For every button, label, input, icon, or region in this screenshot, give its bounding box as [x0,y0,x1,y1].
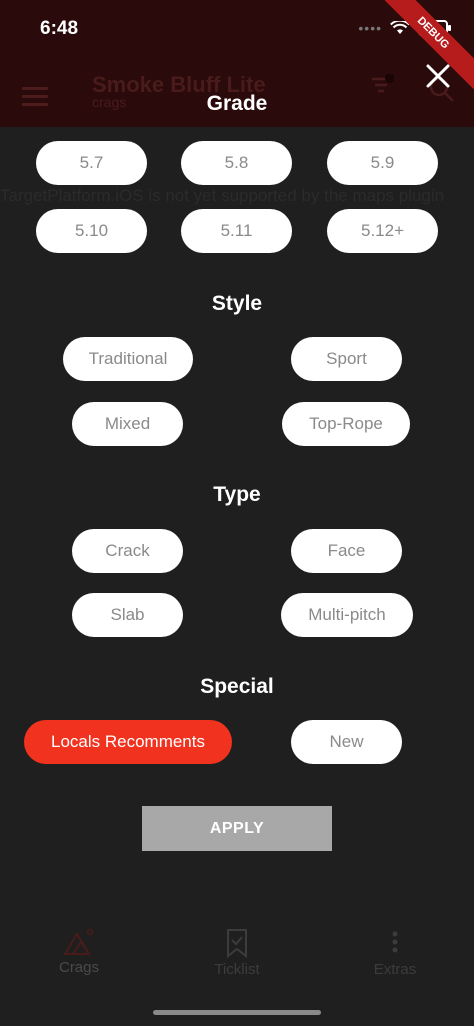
mountain-icon [63,928,94,955]
home-indicator [153,1010,321,1015]
style-title: Style [211,292,263,315]
type-chip[interactable]: Face [291,529,402,573]
special-chip[interactable]: New [291,720,402,764]
grade-chip[interactable]: 5.12+ [327,209,438,253]
type-title: Type [213,483,261,506]
style-chip[interactable]: Sport [291,337,402,381]
apply-button[interactable]: APPLY [142,806,332,851]
maps-warning-text: TargetPlatform.iOS is not yet supported … [0,186,445,205]
grade-chip[interactable]: 5.8 [181,141,292,185]
special-title: Special [200,675,274,698]
signal-icon: •••• [358,20,382,36]
grade-chip[interactable]: 5.11 [181,209,292,253]
tab-extras[interactable]: Extras [345,928,445,978]
grade-chip[interactable]: 5.10 [36,209,147,253]
tab-label: Extras [373,961,417,978]
tab-ticklist[interactable]: Ticklist [187,928,287,978]
tab-label: Crags [58,959,99,976]
type-chip[interactable]: Crack [72,529,183,573]
close-icon[interactable] [422,60,454,92]
more-vert-icon [392,931,398,953]
tab-crags[interactable]: Crags [29,928,129,976]
tab-label: Ticklist [214,961,260,978]
special-chip-selected[interactable]: Locals Recomments [24,720,232,764]
style-chip[interactable]: Top-Rope [282,402,410,446]
type-chip[interactable]: Multi-pitch [281,593,413,637]
status-time: 6:48 [40,18,79,39]
bookmark-icon [227,929,247,958]
style-chip[interactable]: Mixed [72,402,183,446]
grade-chip[interactable]: 5.9 [327,141,438,185]
grade-chip[interactable]: 5.7 [36,141,147,185]
style-chip[interactable]: Traditional [63,337,193,381]
grade-title: Grade [206,92,268,115]
type-chip[interactable]: Slab [72,593,183,637]
